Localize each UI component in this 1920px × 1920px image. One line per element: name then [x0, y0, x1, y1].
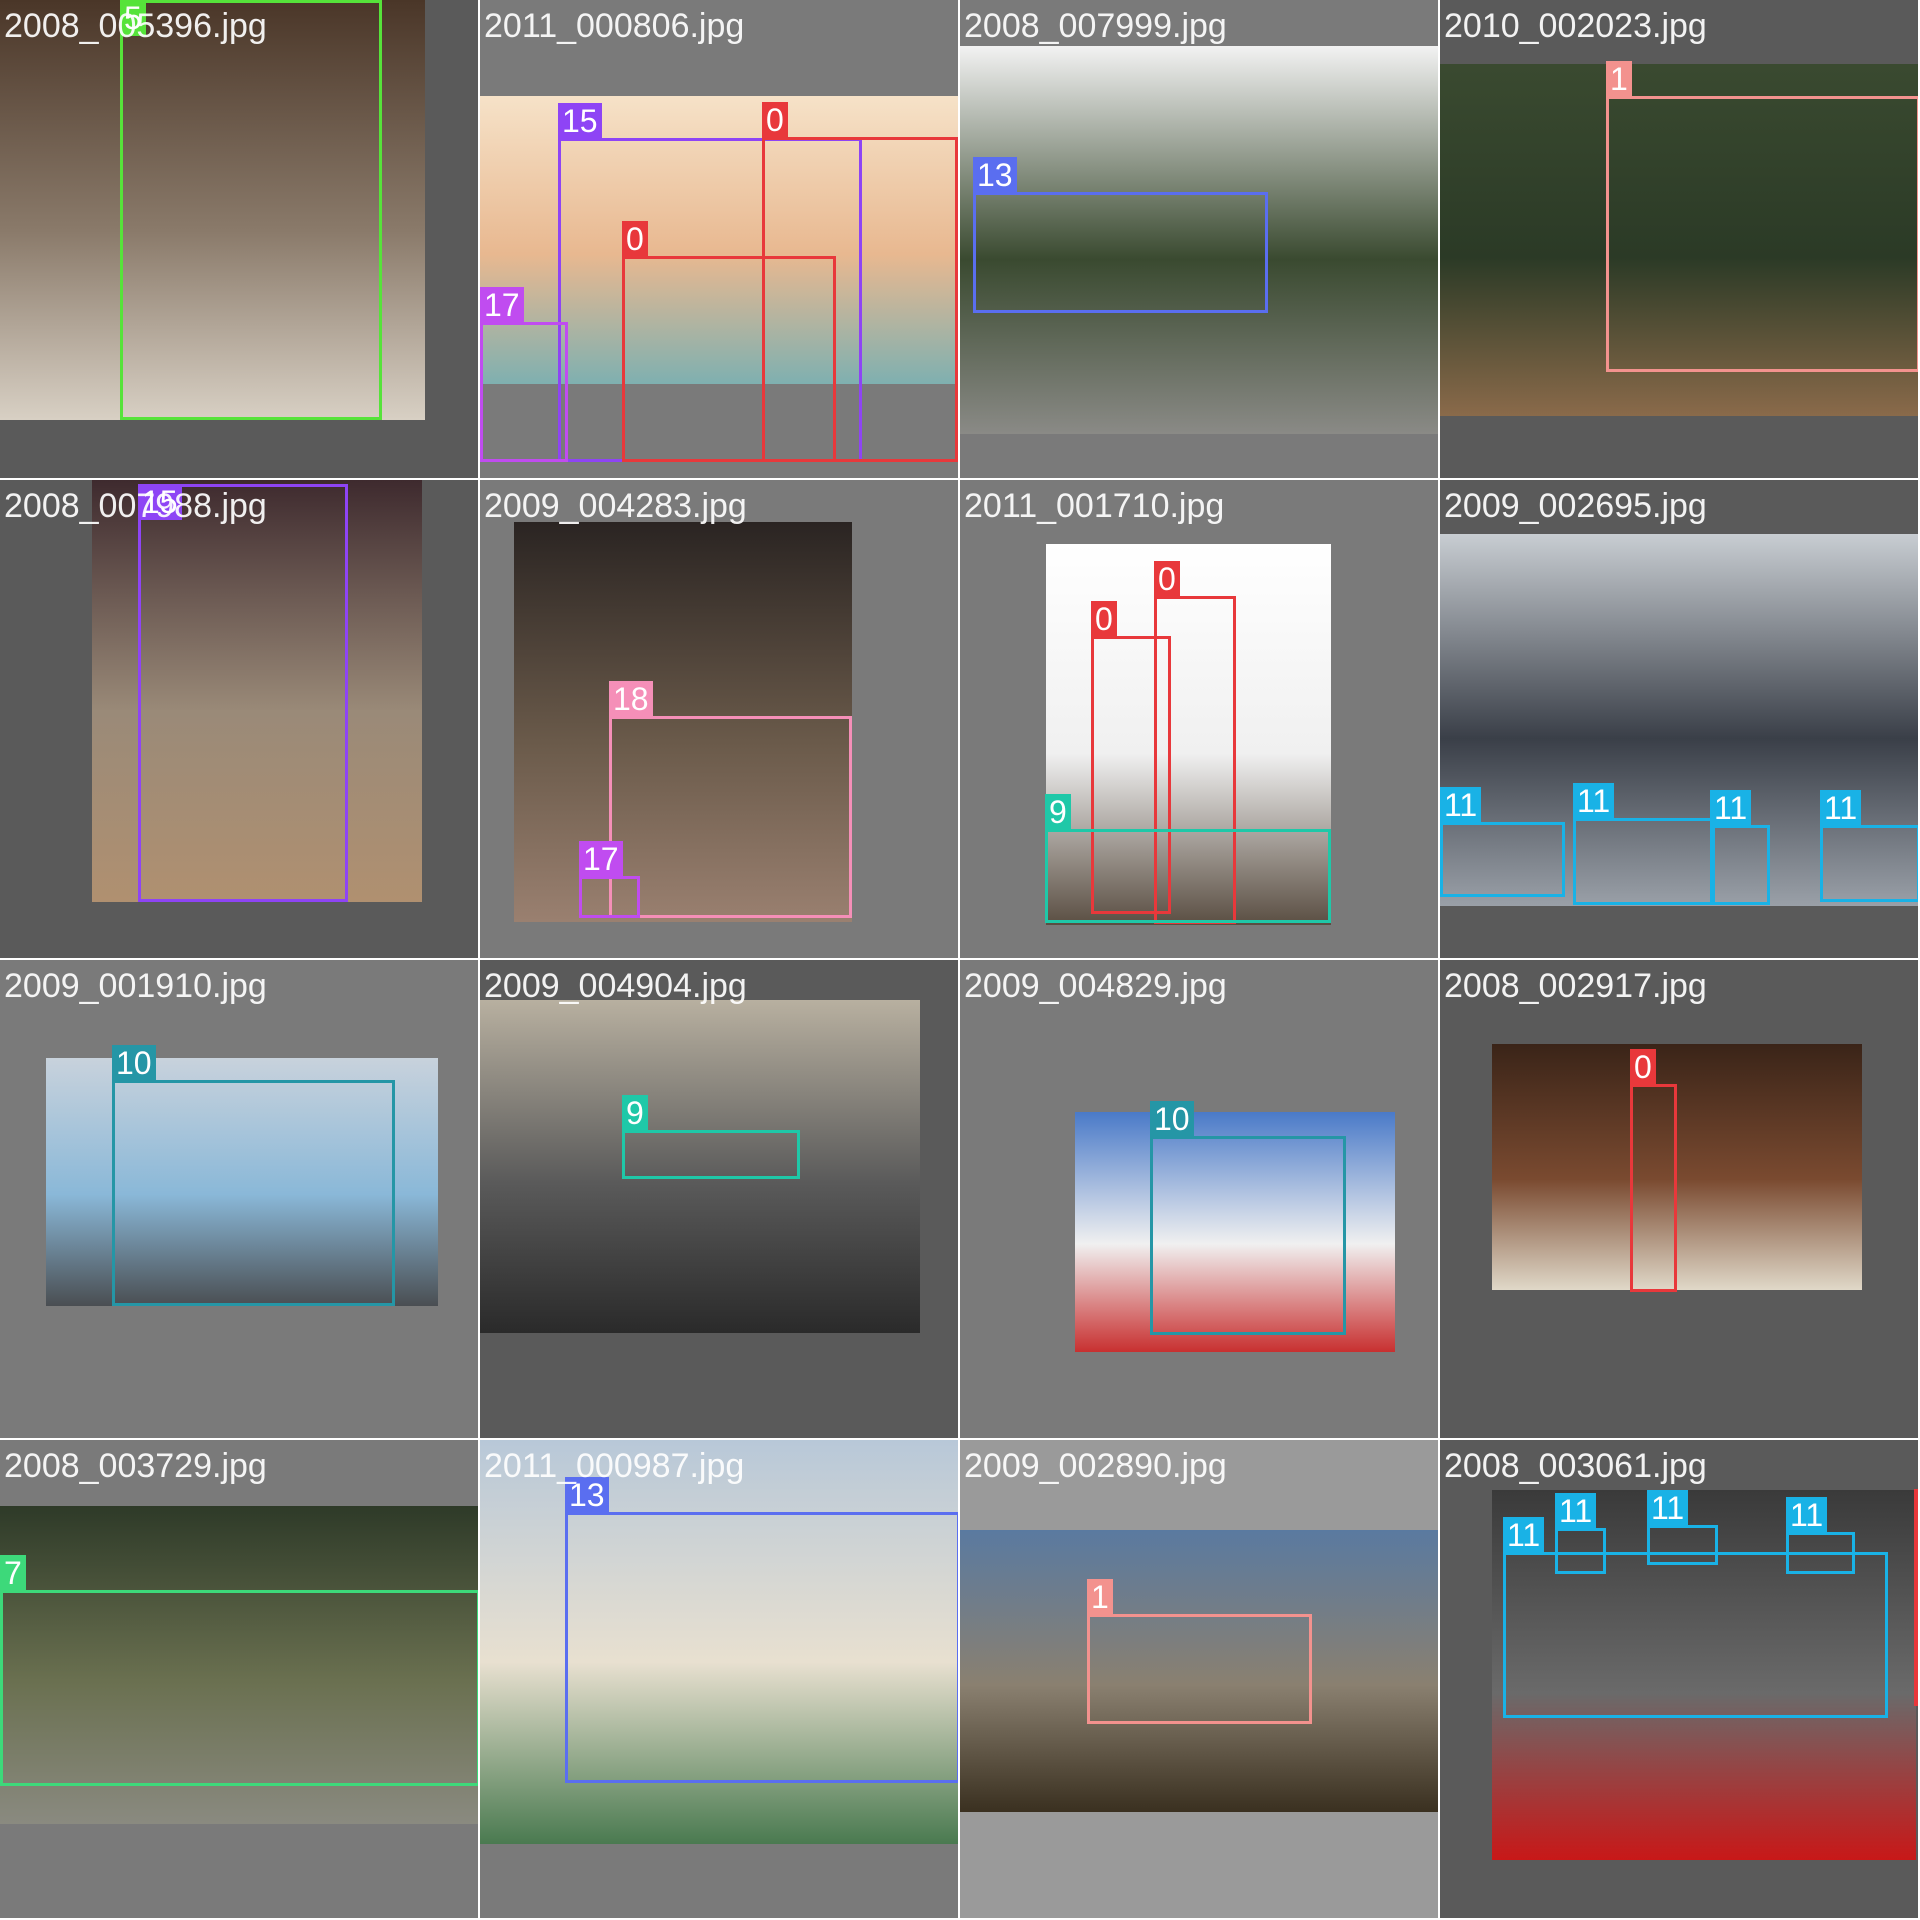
bounding-box: 9: [622, 1095, 800, 1179]
box-class-label: 0: [762, 102, 788, 138]
box-class-label: 11: [1573, 783, 1615, 819]
bounding-box: 11: [1820, 790, 1918, 902]
bounding-box: 1: [1087, 1579, 1312, 1724]
box-class-label: 0: [1630, 1049, 1656, 1085]
bounding-box: 13: [973, 157, 1268, 313]
mosaic-tile: 7 2008_003729.jpg: [0, 1440, 480, 1920]
box-class-label: 11: [1820, 790, 1862, 826]
bounding-box: 7: [0, 1555, 478, 1786]
image-filename: 2008_005396.jpg: [4, 7, 267, 45]
mosaic-tile: 5 2008_005396.jpg: [0, 0, 480, 480]
bounding-box: 11: [1440, 787, 1565, 897]
mosaic-tile: 9 2009_004904.jpg: [480, 960, 960, 1440]
box-class-label: 18: [609, 681, 653, 717]
mosaic-tile: 15 0 0 17 2011_000806.jpg: [480, 0, 960, 480]
box-class-label: 0: [1091, 601, 1117, 637]
image-filename: 2008_007988.jpg: [4, 487, 267, 525]
mosaic-tile: 13 2008_007999.jpg: [960, 0, 1440, 480]
mosaic-tile: 0 2008_002917.jpg: [1440, 960, 1920, 1440]
mosaic-tile: 11 11 11 11 0 2008_003061.jpg: [1440, 1440, 1920, 1920]
box-class-label: 11: [1710, 790, 1752, 826]
image-filename: 2009_004829.jpg: [964, 967, 1227, 1005]
image-filename: 2011_000987.jpg: [484, 1447, 745, 1485]
box-class-label: 0: [622, 221, 648, 257]
box-class-label: 10: [112, 1045, 156, 1081]
box-class-label: 11: [1555, 1493, 1597, 1529]
bounding-box: 17: [480, 287, 568, 462]
mosaic-tile: 18 17 2009_004283.jpg: [480, 480, 960, 960]
mosaic-tile: 0 0 9 2011_001710.jpg: [960, 480, 1440, 960]
box-class-label: 1: [1606, 61, 1632, 97]
mosaic-tile: 1 2009_002890.jpg: [960, 1440, 1440, 1920]
mosaic-tile: 11 11 11 11 2009_002695.jpg: [1440, 480, 1920, 960]
bounding-box: 11: [1710, 790, 1770, 905]
bounding-box: 0: [1630, 1049, 1677, 1292]
box-class-label: 17: [480, 287, 524, 323]
box-class-label: 1: [1087, 1579, 1113, 1615]
box-class-label: 11: [1647, 1490, 1689, 1526]
bounding-box: 11: [1573, 783, 1715, 905]
bounding-box: 13: [565, 1477, 958, 1783]
image-filename: 2010_002023.jpg: [1444, 7, 1707, 45]
bounding-box: 10: [112, 1045, 395, 1306]
mosaic-tile: 1 2010_002023.jpg: [1440, 0, 1920, 480]
bounding-box: 17: [579, 841, 640, 918]
image-filename: 2009_002890.jpg: [964, 1447, 1227, 1485]
bounding-box: 11: [1647, 1490, 1718, 1565]
mosaic-tile: 15 2008_007988.jpg: [0, 480, 480, 960]
mosaic-tile: 13 2011_000987.jpg: [480, 1440, 960, 1920]
bounding-box: 10: [1150, 1101, 1346, 1335]
box-class-label: 11: [1786, 1497, 1828, 1533]
box-class-label: 7: [0, 1555, 26, 1591]
box-class-label: 11: [1503, 1517, 1545, 1553]
bounding-box: 9: [1045, 794, 1331, 923]
bounding-box: 0: [1914, 1489, 1918, 1706]
bounding-box: 15: [138, 484, 348, 902]
image-filename: 2008_003061.jpg: [1444, 1447, 1707, 1485]
mosaic-tile: 10 2009_001910.jpg: [0, 960, 480, 1440]
image-filename: 2009_002695.jpg: [1444, 487, 1707, 525]
image-filename: 2008_007999.jpg: [964, 7, 1227, 45]
box-class-label: 11: [1440, 787, 1482, 823]
mosaic-tile: 10 2009_004829.jpg: [960, 960, 1440, 1440]
box-class-label: 0: [1914, 1489, 1918, 1525]
image-filename: 2009_004283.jpg: [484, 487, 747, 525]
box-class-label: 0: [1154, 561, 1180, 597]
bounding-box: 1: [1606, 61, 1918, 372]
bounding-box: 11: [1786, 1497, 1855, 1574]
image-filename: 2009_001910.jpg: [4, 967, 267, 1005]
party-photo: [1492, 1044, 1862, 1290]
box-class-label: 15: [558, 103, 602, 139]
bounding-box: 11: [1555, 1493, 1606, 1574]
bounding-box: 0: [622, 221, 836, 462]
bounding-box: 18: [609, 681, 852, 918]
image-filename: 2009_004904.jpg: [484, 967, 747, 1005]
box-class-label: 9: [1045, 794, 1071, 830]
box-class-label: 10: [1150, 1101, 1194, 1137]
box-class-label: 13: [973, 157, 1017, 193]
image-filename: 2008_003729.jpg: [4, 1447, 267, 1485]
bounding-box: 5: [120, 0, 382, 420]
image-filename: 2011_000806.jpg: [484, 7, 745, 45]
image-filename: 2008_002917.jpg: [1444, 967, 1707, 1005]
bounding-box: 11: [1503, 1517, 1888, 1718]
box-class-label: 17: [579, 841, 623, 877]
box-class-label: 9: [622, 1095, 648, 1131]
image-filename: 2011_001710.jpg: [964, 487, 1225, 525]
detection-mosaic: 5 2008_005396.jpg 15 0 0 17 2011_000806.jpg 13 2…: [0, 0, 1920, 1920]
